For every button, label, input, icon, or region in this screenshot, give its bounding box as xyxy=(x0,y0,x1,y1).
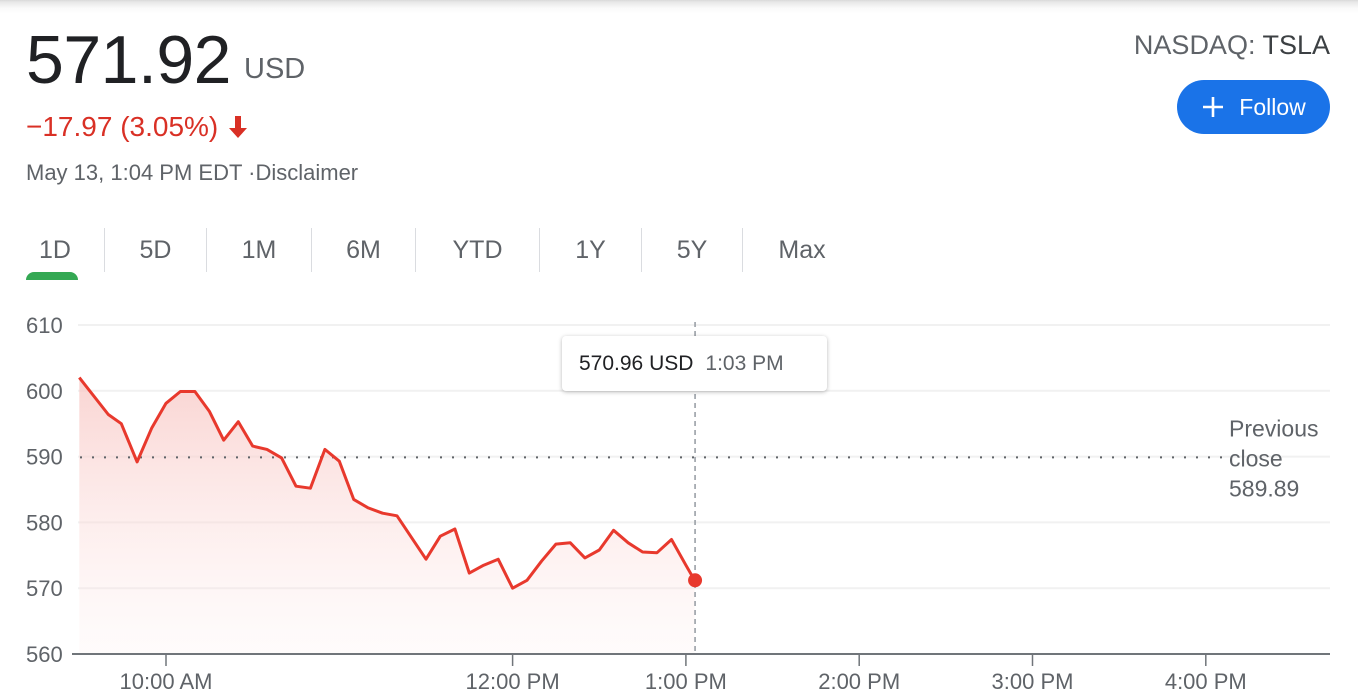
range-tabs: 1D 5D 1M 6M YTD 1Y 5Y Max xyxy=(26,228,861,280)
data-point xyxy=(193,390,196,393)
quote-timestamp: May 13, 1:04 PM EDT ·Disclaimer xyxy=(26,160,358,186)
data-point xyxy=(136,460,139,463)
y-tick-label: 600 xyxy=(26,379,63,404)
tab-label: YTD xyxy=(452,235,503,264)
tab-5d[interactable]: 5D xyxy=(104,228,206,272)
tab-1y[interactable]: 1Y xyxy=(539,228,641,272)
y-tick-label: 560 xyxy=(26,642,63,667)
tab-6m[interactable]: 6M xyxy=(311,228,415,272)
previous-close-text: Previous xyxy=(1229,415,1318,441)
data-point xyxy=(352,498,355,501)
data-point xyxy=(655,551,658,554)
x-tick-label: 12:00 PM xyxy=(466,669,560,692)
ticker-symbol: NASDAQ: TSLA xyxy=(1134,30,1330,61)
data-point xyxy=(554,543,557,546)
data-point xyxy=(222,439,225,442)
data-point xyxy=(468,572,471,575)
hover-tooltip: 570.96 USD 1:03 PM xyxy=(562,336,827,391)
data-point xyxy=(569,541,572,544)
data-point xyxy=(381,512,384,515)
y-tick-label: 590 xyxy=(26,445,63,470)
arrow-down-icon xyxy=(229,116,248,138)
data-point xyxy=(280,456,283,459)
data-point xyxy=(612,529,615,532)
tab-label: Max xyxy=(778,235,826,264)
data-point xyxy=(165,402,168,405)
tab-label: 1D xyxy=(39,235,71,264)
follow-button[interactable]: Follow xyxy=(1177,80,1330,134)
previous-close-text: 589.89 xyxy=(1229,475,1299,501)
follow-label: Follow xyxy=(1239,93,1306,120)
data-point xyxy=(641,551,644,554)
tab-max[interactable]: Max xyxy=(742,228,861,272)
tab-label: 6M xyxy=(346,235,381,264)
data-point xyxy=(670,538,673,541)
timestamp-text: May 13, 1:04 PM EDT · xyxy=(26,160,256,185)
x-tick-label: 1:00 PM xyxy=(645,669,727,692)
plus-icon xyxy=(1203,97,1224,117)
data-point xyxy=(684,564,687,567)
previous-close-text: close xyxy=(1229,445,1283,471)
hover-point xyxy=(688,573,703,588)
exchange-label: NASDAQ: xyxy=(1133,30,1263,60)
data-point xyxy=(208,410,211,413)
y-tick-label: 610 xyxy=(26,313,63,338)
data-point xyxy=(482,564,485,567)
data-point xyxy=(179,390,182,393)
symbol-label: TSLA xyxy=(1262,30,1330,60)
data-point xyxy=(150,427,153,430)
data-point xyxy=(583,556,586,559)
data-point xyxy=(237,420,240,423)
data-point xyxy=(453,527,456,530)
data-point xyxy=(323,448,326,451)
price-area-fill xyxy=(79,377,695,654)
data-point xyxy=(525,579,528,582)
y-tick-label: 580 xyxy=(26,510,63,535)
current-price: 571.92 xyxy=(26,22,231,98)
top-shadow xyxy=(0,0,1358,14)
tooltip-price: 570.96 USD xyxy=(579,351,694,375)
data-point xyxy=(309,487,312,490)
tab-1m[interactable]: 1M xyxy=(206,228,311,272)
data-point xyxy=(439,535,442,538)
tooltip-time: 1:03 PM xyxy=(705,351,784,375)
tab-label: 5D xyxy=(139,235,172,264)
x-tick-label: 10:00 AM xyxy=(120,669,213,692)
data-point xyxy=(266,448,269,451)
price-change-value: −17.97 (3.05%) xyxy=(26,111,219,142)
data-point xyxy=(120,422,123,425)
data-point xyxy=(251,445,254,448)
currency-label: USD xyxy=(244,53,306,85)
data-point xyxy=(367,506,370,509)
y-tick-label: 570 xyxy=(26,576,63,601)
data-point xyxy=(511,587,514,590)
x-tick-label: 2:00 PM xyxy=(818,669,900,692)
tab-1d[interactable]: 1D xyxy=(26,228,104,280)
data-point xyxy=(598,549,601,552)
data-point xyxy=(424,558,427,561)
data-point xyxy=(396,514,399,517)
tab-label: 1Y xyxy=(575,235,606,264)
tab-label: 5Y xyxy=(676,235,708,264)
data-point xyxy=(78,376,81,379)
data-point xyxy=(107,413,110,416)
previous-close-label: Previous close 589.89 xyxy=(1229,415,1318,501)
data-point xyxy=(338,460,341,463)
data-point xyxy=(540,560,543,563)
tab-ytd[interactable]: YTD xyxy=(415,228,539,272)
x-tick-label: 4:00 PM xyxy=(1165,669,1247,692)
data-point xyxy=(627,541,630,544)
disclaimer-link[interactable]: Disclaimer xyxy=(255,160,358,185)
tab-5y[interactable]: 5Y xyxy=(641,228,742,272)
data-point xyxy=(294,485,297,488)
tab-label: 1M xyxy=(241,235,277,264)
price-change: −17.97 (3.05%) xyxy=(26,108,250,146)
x-tick-label: 3:00 PM xyxy=(992,669,1074,692)
data-point xyxy=(497,558,500,561)
